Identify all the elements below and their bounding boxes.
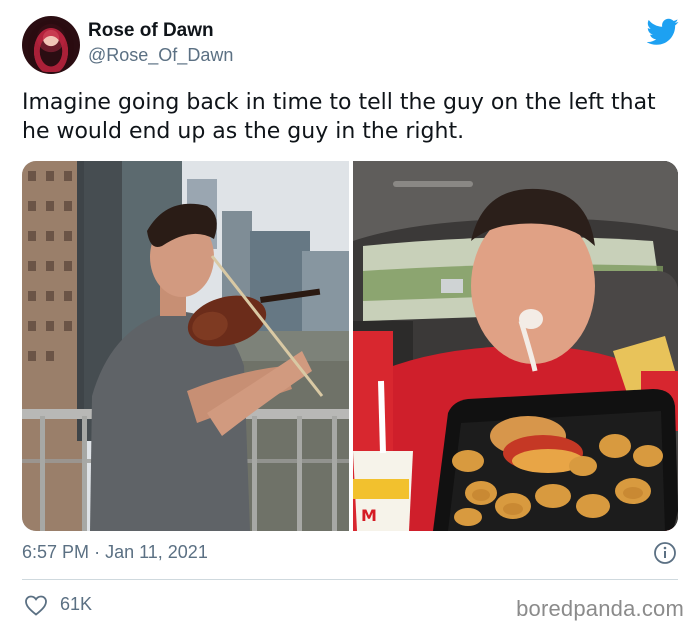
media-image-car-meal[interactable]: M	[353, 161, 678, 531]
watermark: boredpanda.com	[516, 596, 684, 621]
user-handle[interactable]: @Rose_Of_Dawn	[88, 45, 233, 66]
violinist-illustration	[22, 161, 349, 531]
tweet-media[interactable]: M	[22, 161, 678, 531]
tweet-date: Jan 11, 2021	[105, 542, 208, 562]
divider	[22, 579, 678, 580]
timestamp-separator: ·	[94, 542, 101, 562]
tweet-text: Imagine going back in time to tell the g…	[22, 90, 656, 144]
tweet-time: 6:57 PM	[22, 542, 90, 562]
tweet-timestamp[interactable]: 6:57 PM · Jan 11, 2021	[22, 542, 208, 563]
heart-icon[interactable]	[24, 594, 48, 616]
display-name[interactable]: Rose of Dawn	[88, 20, 214, 42]
like-count[interactable]: 61K	[60, 594, 92, 615]
twitter-bird-icon	[647, 18, 679, 45]
media-image-violinist[interactable]	[22, 161, 349, 531]
info-icon[interactable]	[653, 541, 677, 565]
avatar[interactable]	[22, 16, 80, 74]
car-meal-illustration: M	[353, 161, 678, 531]
tweet-card: Rose of Dawn @Rose_Of_Dawn Imagine going…	[0, 0, 700, 633]
svg-text:M: M	[361, 506, 377, 525]
